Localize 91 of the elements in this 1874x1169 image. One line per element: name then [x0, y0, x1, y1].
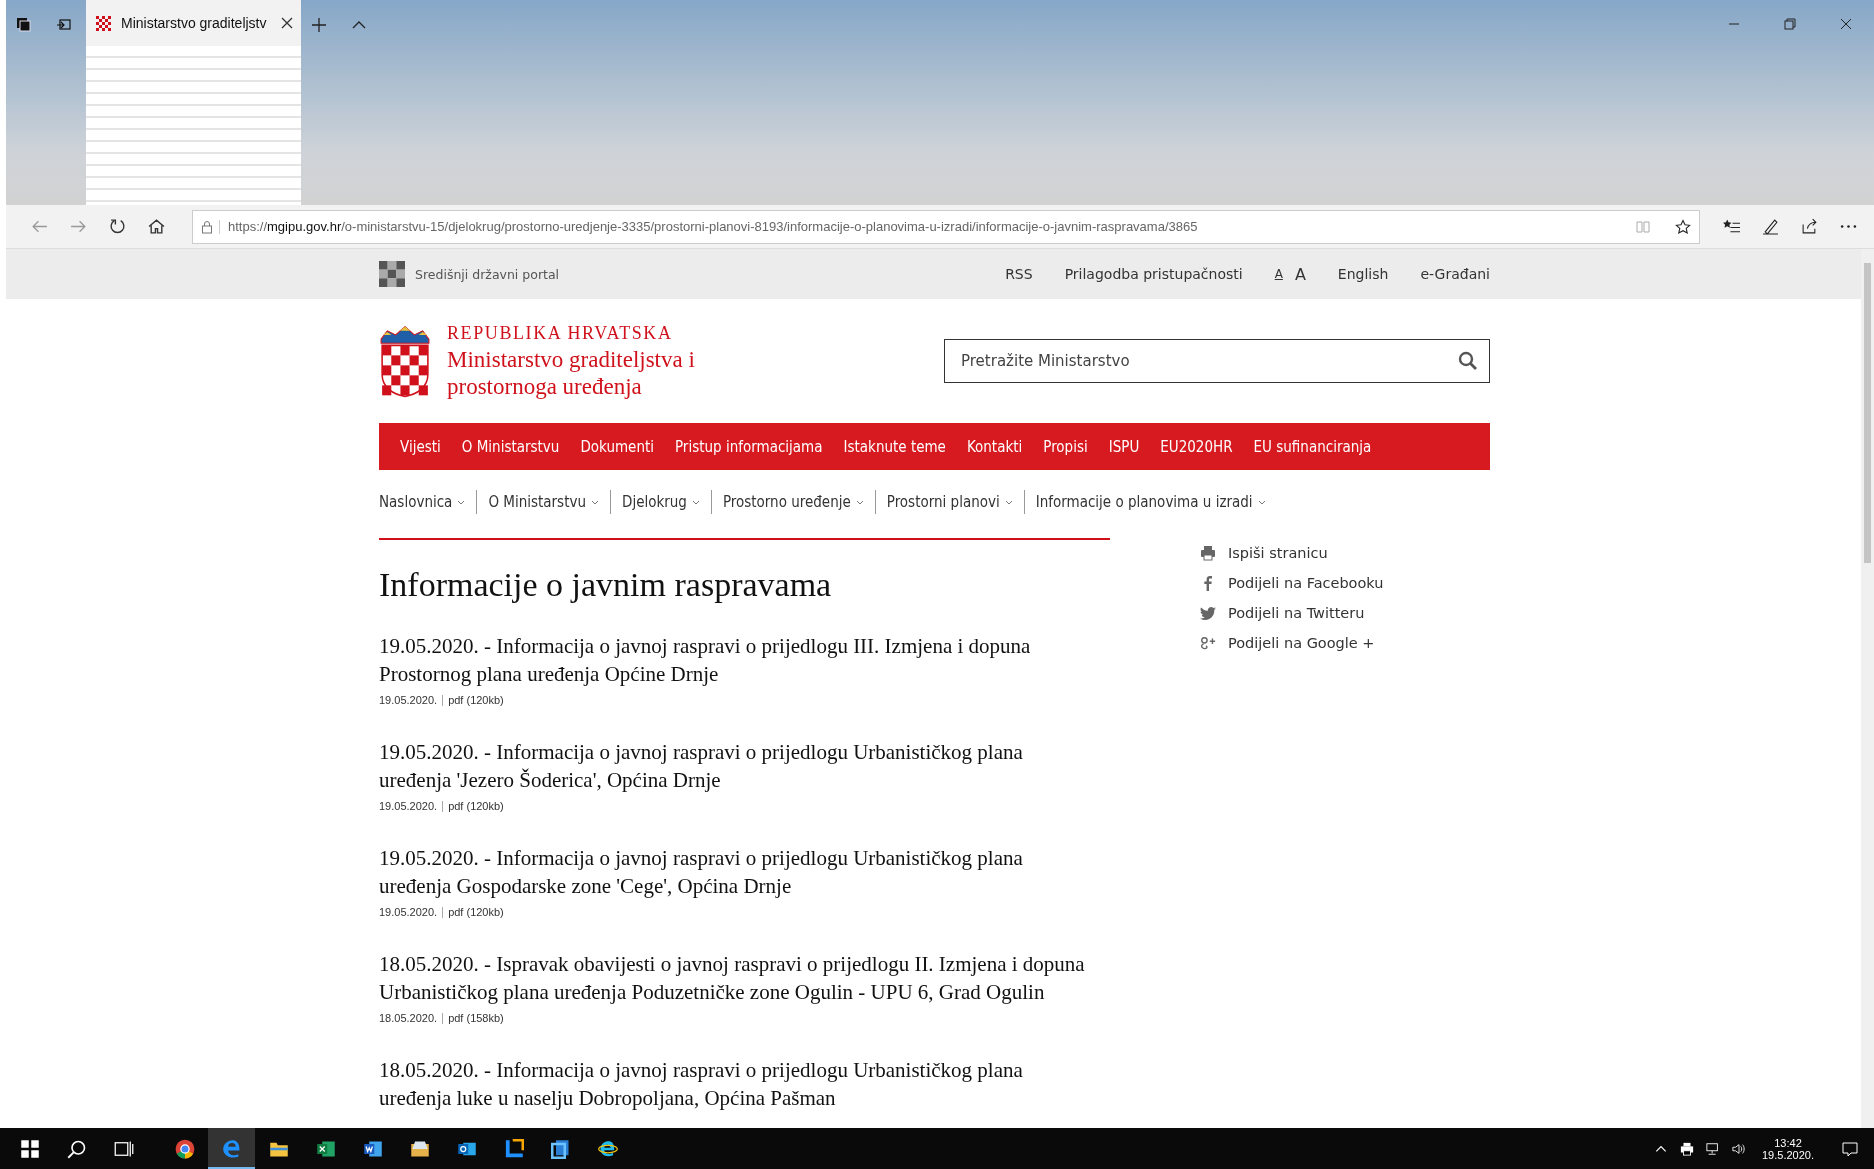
internet-explorer-icon[interactable] [597, 1138, 618, 1159]
forward-arrow-icon[interactable] [70, 218, 87, 235]
utility-link[interactable]: Prilagodba pristupačnosti [1064, 266, 1243, 282]
document-date: 19.05.2020. [379, 694, 438, 706]
breadcrumb-item[interactable]: Djelokrug [622, 493, 700, 511]
document-link[interactable]: 19.05.2020. - Informacija o javnoj raspravi o prijedlogu III. Izmjena i dopuna Prostornog plana uređenja Općine Drnje [379, 632, 1093, 688]
chevron-down-icon [855, 499, 864, 505]
utility-link[interactable]: e-Građani [1420, 266, 1490, 282]
favorites-list-icon[interactable] [1723, 218, 1740, 235]
restore-icon[interactable] [1784, 18, 1796, 30]
ministry-name: prostornoga uređenja [447, 372, 643, 400]
browser-tab[interactable]: Ministarstvo graditeljstv [86, 0, 301, 205]
breadcrumb-item[interactable]: Informacije o planovima u izradi [1035, 493, 1266, 511]
chevron-down-icon [1004, 499, 1013, 505]
search-field[interactable]: Pretražite Ministarstvo [944, 339, 1490, 383]
breadcrumb-item[interactable]: Prostorni planovi [886, 493, 1013, 511]
share-link[interactable]: Podijeli na Google + [1228, 635, 1375, 651]
home-icon[interactable] [148, 218, 165, 235]
main-menu-item[interactable]: Propisi [1043, 437, 1088, 456]
utility-link[interactable]: RSS [1005, 266, 1033, 282]
ministry-name: Ministarstvo graditeljstva i [447, 345, 695, 373]
share-link[interactable]: Ispiši stranicu [1228, 545, 1328, 561]
main-menu-item[interactable]: Pristup informacijama [675, 437, 823, 456]
breadcrumb-item[interactable]: O Ministarstvu [488, 493, 599, 511]
main-menu-item[interactable]: O Ministarstvu [461, 437, 560, 456]
chevron-down-icon [1257, 499, 1266, 505]
lock-icon [201, 219, 220, 234]
checkerboard-favicon-icon [96, 15, 111, 31]
windows-start-icon[interactable] [20, 1138, 40, 1159]
document-date: 19.05.2020. [379, 906, 438, 918]
country-name: REPUBLIKA HRVATSKA [447, 322, 674, 344]
pdf-link[interactable]: pdf (120kb) [448, 800, 504, 812]
share-link[interactable]: Podijeli na Twitteru [1228, 605, 1365, 621]
corner-bracket-app-icon[interactable] [503, 1138, 524, 1159]
document-link[interactable]: 18.05.2020. - Informacija o javnoj raspravi o prijedlogu Urbanističkog plana uređenja luke u naselju Dobropoljana, Općina Pašman [379, 1056, 1093, 1112]
tab-title: Ministarstvo graditeljstv [121, 15, 268, 31]
address-field[interactable]: https://mgipu.gov.hr/o-ministarstvu-15/djelokrug/prostorno-uredjenje-3335/prostorni-planovi-8193/informacije-o-planovima-u-izradi/informacije-o-javnim-raspravama/3865 [192, 209, 1700, 244]
main-menu-item[interactable]: EU2020HR [1160, 437, 1233, 456]
main-menu-item[interactable]: Dokumenti [580, 437, 654, 456]
tabs-aside-icon[interactable] [16, 17, 32, 33]
network-icon[interactable] [1706, 1141, 1720, 1156]
printer-icon [1200, 545, 1216, 561]
font-size-small-button[interactable]: A [1274, 267, 1283, 281]
clock-date[interactable]: 19.5.2020. [1762, 1148, 1814, 1161]
search-icon[interactable] [67, 1138, 87, 1159]
breadcrumb-item[interactable]: Naslovnica [379, 493, 466, 511]
main-menu-item[interactable]: Vijesti [400, 437, 441, 456]
document-link[interactable]: 19.05.2020. - Informacija o javnoj raspravi o prijedlogu Urbanističkog plana uređenja 'Jezero Šoderica', Općina Drnje [379, 738, 1093, 794]
star-icon[interactable] [1675, 218, 1691, 235]
volume-icon[interactable] [1732, 1141, 1746, 1156]
chrome-icon[interactable] [174, 1138, 195, 1159]
tab-restore-icon[interactable] [56, 17, 72, 33]
refresh-icon[interactable] [109, 218, 126, 235]
pdf-link[interactable]: pdf (120kb) [448, 694, 504, 706]
font-size-large-button[interactable]: A [1294, 264, 1306, 284]
share-link[interactable]: Podijeli na Facebooku [1228, 575, 1384, 591]
chevron-down-icon [457, 499, 466, 505]
share-icon[interactable] [1801, 218, 1818, 235]
notifications-icon[interactable] [1842, 1140, 1858, 1157]
pdf-link[interactable]: pdf (158kb) [448, 1012, 504, 1024]
portal-link[interactable]: Središnji državni portal [415, 266, 560, 282]
google-plus-icon [1200, 635, 1216, 651]
url-text: https://mgipu.gov.hr/o-ministarstvu-15/djelokrug/prostorno-uredjenje-3335/prostorni-planovi-8193/informacije-o-planovima-u-izradi/informacije-o-javnim-raspravama/3865 [228, 219, 1199, 234]
search-icon[interactable] [1458, 351, 1478, 371]
main-menu-item[interactable]: ISPU [1108, 437, 1140, 456]
square-app-icon[interactable] [550, 1138, 571, 1159]
document-link[interactable]: 18.05.2020. - Ispravak obavijesti o javnoj raspravi o prijedlogu II. Izmjena i dopuna Urbanističkog plana uređenja Poduzetničke zone Ogulin - UPU 6, Grad Ogulin [379, 950, 1093, 1006]
main-menu-item[interactable]: Istaknute teme [843, 437, 946, 456]
breadcrumb-item[interactable]: Prostorno uređenje [722, 493, 864, 511]
edge-browser-icon[interactable] [221, 1137, 242, 1158]
utility-link[interactable]: English [1337, 266, 1389, 282]
document-date: 19.05.2020. [379, 800, 438, 812]
close-window-icon[interactable] [1840, 18, 1852, 30]
back-arrow-icon[interactable] [31, 218, 48, 235]
chevron-down-icon [691, 499, 700, 505]
coat-of-arms-icon [379, 323, 431, 399]
printer-icon[interactable] [1680, 1141, 1694, 1156]
clock-time[interactable]: 13:42 [1774, 1136, 1802, 1149]
pdf-link[interactable]: pdf (120kb) [448, 906, 504, 918]
checkerboard-logo-icon [379, 261, 405, 287]
page-title: Informacije o javnim raspravama [379, 566, 833, 604]
main-menu-item[interactable]: Kontakti [966, 437, 1023, 456]
close-icon[interactable] [281, 17, 293, 29]
new-tab-icon[interactable] [311, 17, 327, 33]
document-link[interactable]: 19.05.2020. - Informacija o javnoj raspravi o prijedlogu Urbanističkog plana uređenja Gospodarske zone 'Cege', Općina Drnje [379, 844, 1093, 900]
pen-icon[interactable] [1762, 218, 1779, 235]
twitter-bird-icon [1200, 605, 1216, 621]
document-date: 18.05.2020. [379, 1012, 438, 1024]
chevron-down-icon [591, 499, 599, 505]
scrollbar[interactable] [1861, 249, 1874, 1128]
main-menu-item[interactable]: EU sufinanciranja [1253, 437, 1372, 456]
